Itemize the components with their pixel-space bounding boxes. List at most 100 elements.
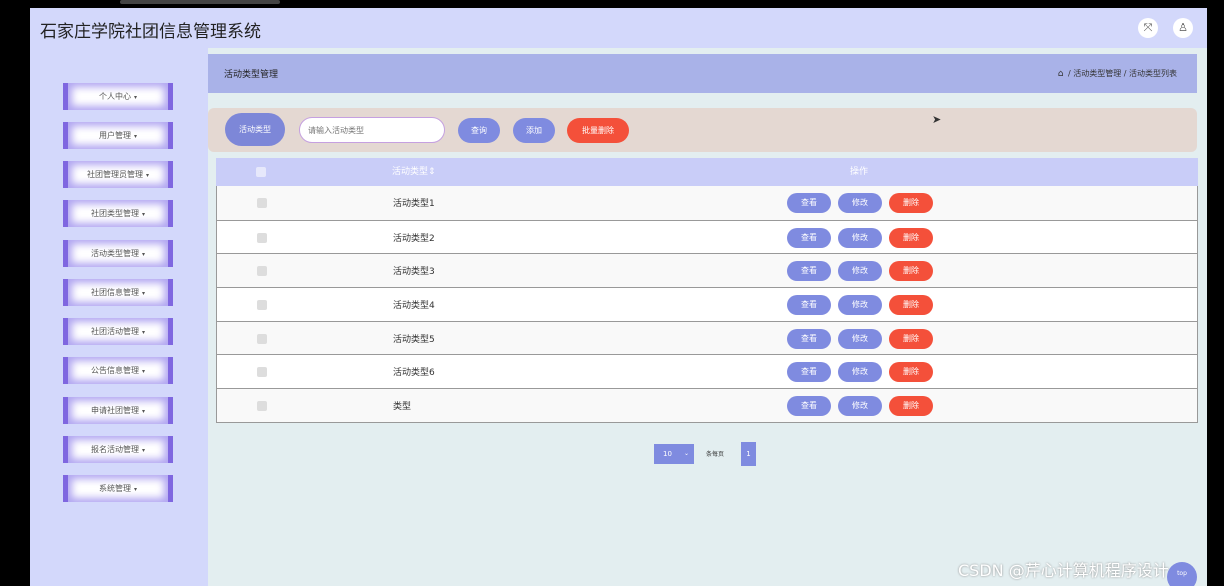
delete-button[interactable]: 删除 — [889, 362, 933, 383]
top-bar: 石家庄学院社团信息管理系统 ⤧ ♙ — [30, 8, 1207, 48]
edit-button[interactable]: 修改 — [838, 295, 882, 316]
sidebar-item[interactable]: 用户管理 ▾ — [63, 122, 173, 149]
view-button[interactable]: 查看 — [787, 396, 831, 417]
breadcrumb-path[interactable]: / 活动类型管理 / 活动类型列表 — [1068, 69, 1177, 78]
edit-button[interactable]: 修改 — [838, 328, 882, 349]
delete-button[interactable]: 删除 — [889, 261, 933, 282]
column-header-actions: 操作 — [850, 167, 869, 177]
row-checkbox[interactable] — [257, 367, 267, 378]
activity-type-name: 活动类型4 — [393, 301, 435, 312]
caret-down-icon: ▾ — [141, 368, 145, 375]
caret-down-icon: ▾ — [133, 94, 137, 101]
sidebar-item-label: 社团管理员管理 — [86, 170, 143, 179]
activity-type-name: 活动类型3 — [393, 267, 435, 278]
edit-button[interactable]: 修改 — [838, 227, 882, 248]
sidebar-item-label: 公告信息管理 — [90, 366, 139, 375]
sidebar-item[interactable]: 申请社团管理 ▾ — [63, 397, 173, 424]
home-icon[interactable]: ⌂ — [1058, 69, 1064, 79]
view-button[interactable]: 查看 — [787, 261, 831, 282]
sidebar-item[interactable]: 报名活动管理 ▾ — [63, 436, 173, 463]
app-window: 石家庄学院社团信息管理系统 ⤧ ♙ 个人中心 ▾ 用户管理 ▾ 社团管理员管理 ▾ 社团类型… — [30, 8, 1207, 586]
caret-down-icon: ▾ — [145, 172, 149, 179]
sidebar-item[interactable]: 个人中心 ▾ — [63, 83, 173, 110]
sidebar-item[interactable]: 社团类型管理 ▾ — [63, 200, 173, 227]
caret-down-icon: ▾ — [141, 329, 145, 336]
view-button[interactable]: 查看 — [787, 227, 831, 248]
page-size-select[interactable]: 10 ⌄ — [654, 444, 694, 464]
window-top-strip — [120, 0, 280, 4]
caret-down-icon: ▾ — [133, 486, 137, 493]
sidebar-item-label: 社团类型管理 — [90, 209, 139, 218]
sidebar-item[interactable]: 社团活动管理 ▾ — [63, 318, 173, 345]
table-body: 活动类型1 查看 修改 删除 活动类型2 查看 修改 删除 活动类型3 查看 修改 删除 活动类型4 查看… — [216, 186, 1198, 423]
back-to-top-button[interactable]: top — [1167, 562, 1197, 586]
user-icon[interactable]: ♙ — [1173, 18, 1193, 38]
column-header-type[interactable]: 活动类型⇕ — [392, 158, 436, 186]
app-title: 石家庄学院社团信息管理系统 — [40, 22, 261, 42]
sidebar-item-label: 社团信息管理 — [90, 288, 139, 297]
table-row: 活动类型4 查看 修改 删除 — [217, 287, 1197, 321]
view-button[interactable]: 查看 — [787, 328, 831, 349]
page-title: 活动类型管理 — [224, 70, 279, 80]
row-checkbox[interactable] — [257, 333, 267, 344]
row-checkbox[interactable] — [257, 266, 267, 277]
search-panel: 活动类型 查询 添加 批量删除 — [208, 108, 1197, 152]
table-row: 活动类型1 查看 修改 删除 — [217, 186, 1197, 220]
sidebar-item[interactable]: 活动类型管理 ▾ — [63, 240, 173, 267]
page-size-value: 10 — [663, 450, 672, 458]
delete-button[interactable]: 删除 — [889, 227, 933, 248]
sidebar-item-label: 报名活动管理 — [90, 445, 139, 454]
view-button[interactable]: 查看 — [787, 295, 831, 316]
sidebar-item-label: 申请社团管理 — [90, 406, 139, 415]
table-row: 活动类型5 查看 修改 删除 — [217, 320, 1197, 355]
edit-button[interactable]: 修改 — [838, 193, 882, 213]
table-row: 活动类型2 查看 修改 删除 — [217, 219, 1197, 254]
delete-button[interactable]: 删除 — [889, 295, 933, 316]
caret-down-icon: ▾ — [141, 408, 145, 415]
batch-delete-button[interactable]: 批量删除 — [567, 118, 629, 143]
page-size-label: 条每页 — [706, 451, 725, 458]
view-button[interactable]: 查看 — [787, 193, 831, 213]
search-input[interactable] — [299, 117, 445, 143]
caret-down-icon: ▾ — [141, 211, 145, 218]
sidebar-item[interactable]: 公告信息管理 ▾ — [63, 357, 173, 384]
fullscreen-icon[interactable]: ⤧ — [1138, 18, 1158, 38]
table-row: 类型 查看 修改 删除 — [217, 388, 1197, 422]
sidebar-item-label: 系统管理 — [98, 484, 131, 493]
edit-button[interactable]: 修改 — [838, 396, 882, 417]
row-checkbox[interactable] — [257, 300, 267, 311]
sidebar-item-label: 社团活动管理 — [90, 327, 139, 336]
query-button[interactable]: 查询 — [458, 118, 500, 143]
add-button[interactable]: 添加 — [513, 118, 555, 143]
delete-button[interactable]: 删除 — [889, 328, 933, 349]
sidebar-item[interactable]: 系统管理 ▾ — [63, 475, 173, 502]
activity-type-name: 类型 — [393, 402, 412, 413]
search-label: 活动类型 — [225, 113, 285, 146]
caret-down-icon: ▾ — [141, 447, 145, 454]
row-checkbox[interactable] — [257, 232, 267, 243]
row-checkbox[interactable] — [257, 401, 267, 412]
main-content: 活动类型管理 ⌂ / 活动类型管理 / 活动类型列表 活动类型 查询 添加 批量… — [208, 48, 1207, 586]
sidebar-item-label: 个人中心 — [98, 92, 131, 101]
view-button[interactable]: 查看 — [787, 362, 831, 383]
breadcrumb: ⌂ / 活动类型管理 / 活动类型列表 — [1058, 68, 1177, 79]
sidebar-item[interactable]: 社团管理员管理 ▾ — [63, 161, 173, 188]
activity-type-table: 活动类型⇕ 操作 活动类型1 查看 修改 删除 活动类型2 查看 修改 删除 活动类型3 查看 修改… — [216, 158, 1198, 423]
activity-type-name: 活动类型6 — [393, 368, 435, 379]
delete-button[interactable]: 删除 — [889, 396, 933, 417]
edit-button[interactable]: 修改 — [838, 362, 882, 383]
breadcrumb-bar: 活动类型管理 ⌂ / 活动类型管理 / 活动类型列表 — [208, 54, 1197, 93]
edit-button[interactable]: 修改 — [838, 261, 882, 282]
activity-type-name: 活动类型2 — [393, 233, 435, 244]
row-checkbox[interactable] — [257, 198, 267, 208]
sidebar-item[interactable]: 社团信息管理 ▾ — [63, 279, 173, 306]
sidebar: 个人中心 ▾ 用户管理 ▾ 社团管理员管理 ▾ 社团类型管理 ▾ 活动类型管理 ▾ 社团信息管理 ▾ 社… — [30, 48, 208, 586]
select-all-checkbox[interactable] — [256, 167, 266, 177]
caret-down-icon: ▾ — [141, 290, 145, 297]
delete-button[interactable]: 删除 — [889, 193, 933, 213]
caret-down-icon: ▾ — [133, 133, 137, 140]
sidebar-item-label: 用户管理 — [98, 131, 131, 140]
page-number-button[interactable]: 1 — [741, 442, 756, 466]
sidebar-item-label: 活动类型管理 — [90, 249, 139, 258]
watermark: CSDN @芹心计算机程序设计 — [958, 561, 1169, 580]
